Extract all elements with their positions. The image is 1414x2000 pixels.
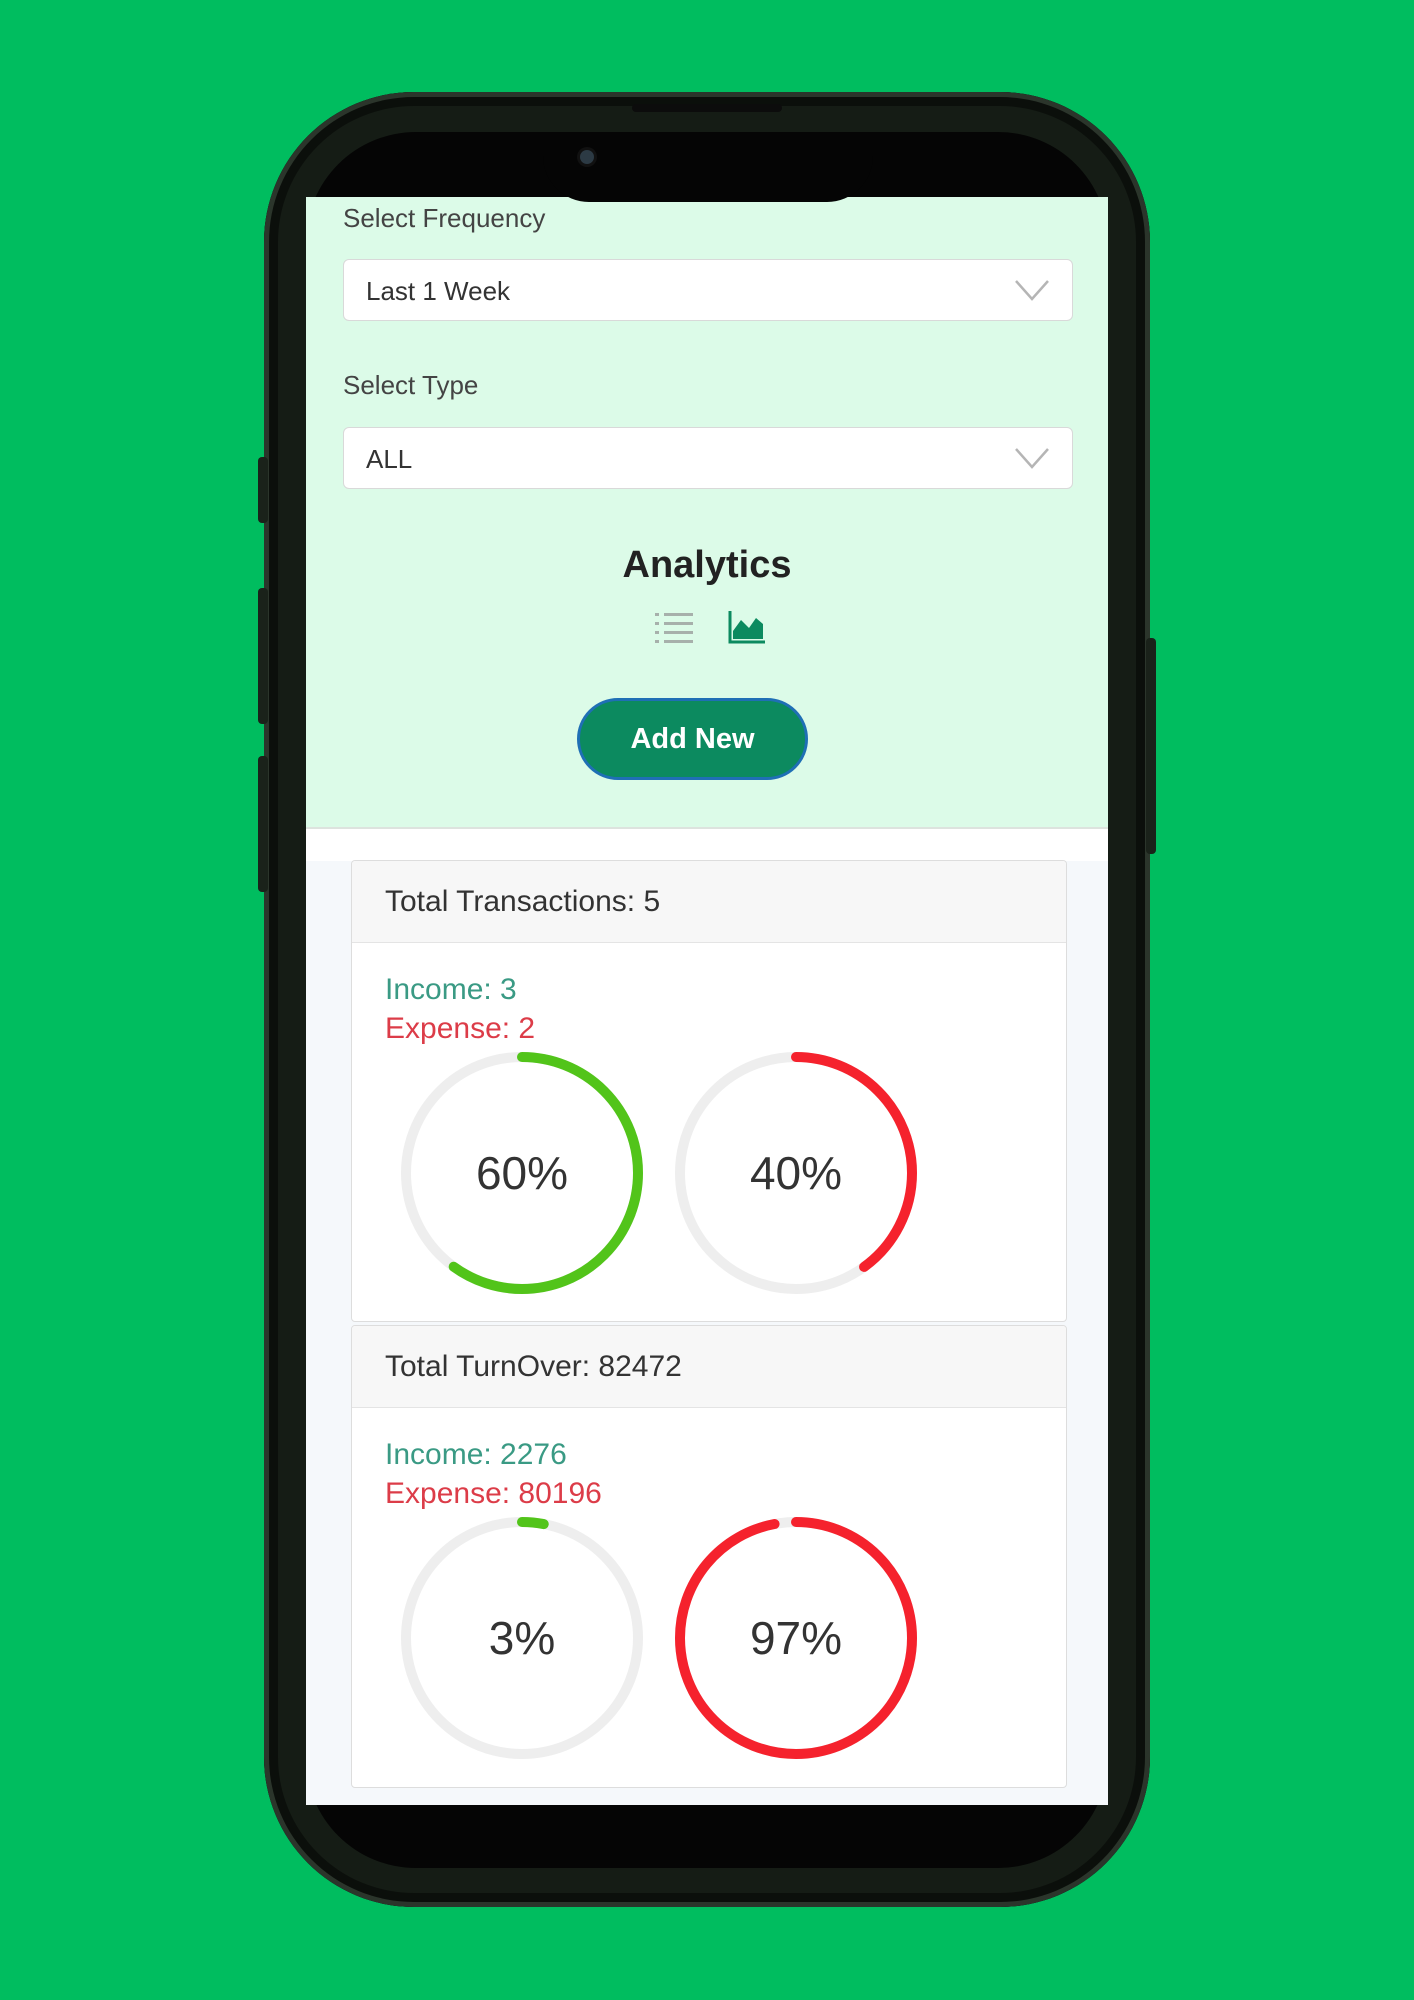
notch (543, 132, 873, 202)
income-progress-ring: 60% (400, 1051, 644, 1295)
front-camera (580, 150, 594, 164)
transactions-heading: Total Transactions: 5 (352, 861, 1066, 943)
volume-down-button (258, 756, 268, 892)
app-viewport: Select Frequency Last 1 Week Select Type… (306, 197, 1108, 1805)
type-select[interactable]: ALL (343, 427, 1073, 489)
income-amount: Income: 2276 (385, 1438, 567, 1471)
chevron-down-icon (1015, 448, 1049, 469)
income-percent: 3% (488, 1612, 556, 1664)
frequency-select[interactable]: Last 1 Week (343, 259, 1073, 321)
type-label: Select Type (343, 370, 479, 400)
frequency-label: Select Frequency (343, 203, 546, 233)
volume-up-button (258, 588, 268, 724)
power-button (1146, 638, 1156, 854)
speaker (632, 104, 782, 112)
mute-switch (258, 457, 268, 523)
filter-panel: Select Frequency Last 1 Week Select Type… (306, 197, 1108, 827)
add-new-button[interactable]: Add New (577, 698, 808, 780)
turnover-heading: Total TurnOver: 82472 (352, 1326, 1066, 1408)
income-count: Income: 3 (385, 973, 517, 1006)
expense-percent: 97% (749, 1612, 843, 1664)
area-chart-icon[interactable] (728, 609, 766, 645)
list-icon[interactable] (654, 610, 694, 644)
turnover-card: Total TurnOver: 82472 Income: 2276 Expen… (351, 1325, 1067, 1788)
expense-progress-ring: 97% (674, 1516, 918, 1760)
chevron-down-icon (1015, 280, 1049, 301)
expense-progress-ring: 40% (674, 1051, 918, 1295)
expense-percent: 40% (749, 1147, 843, 1199)
income-percent: 60% (475, 1147, 569, 1199)
frequency-value: Last 1 Week (366, 276, 511, 306)
expense-amount: Expense: 80196 (385, 1477, 602, 1510)
expense-count: Expense: 2 (385, 1012, 536, 1045)
section-divider (306, 827, 1108, 861)
type-value: ALL (366, 444, 413, 474)
transactions-card: Total Transactions: 5 Income: 3 Expense:… (351, 860, 1067, 1322)
income-progress-ring: 3% (400, 1516, 644, 1760)
analytics-title: Analytics (622, 544, 792, 586)
